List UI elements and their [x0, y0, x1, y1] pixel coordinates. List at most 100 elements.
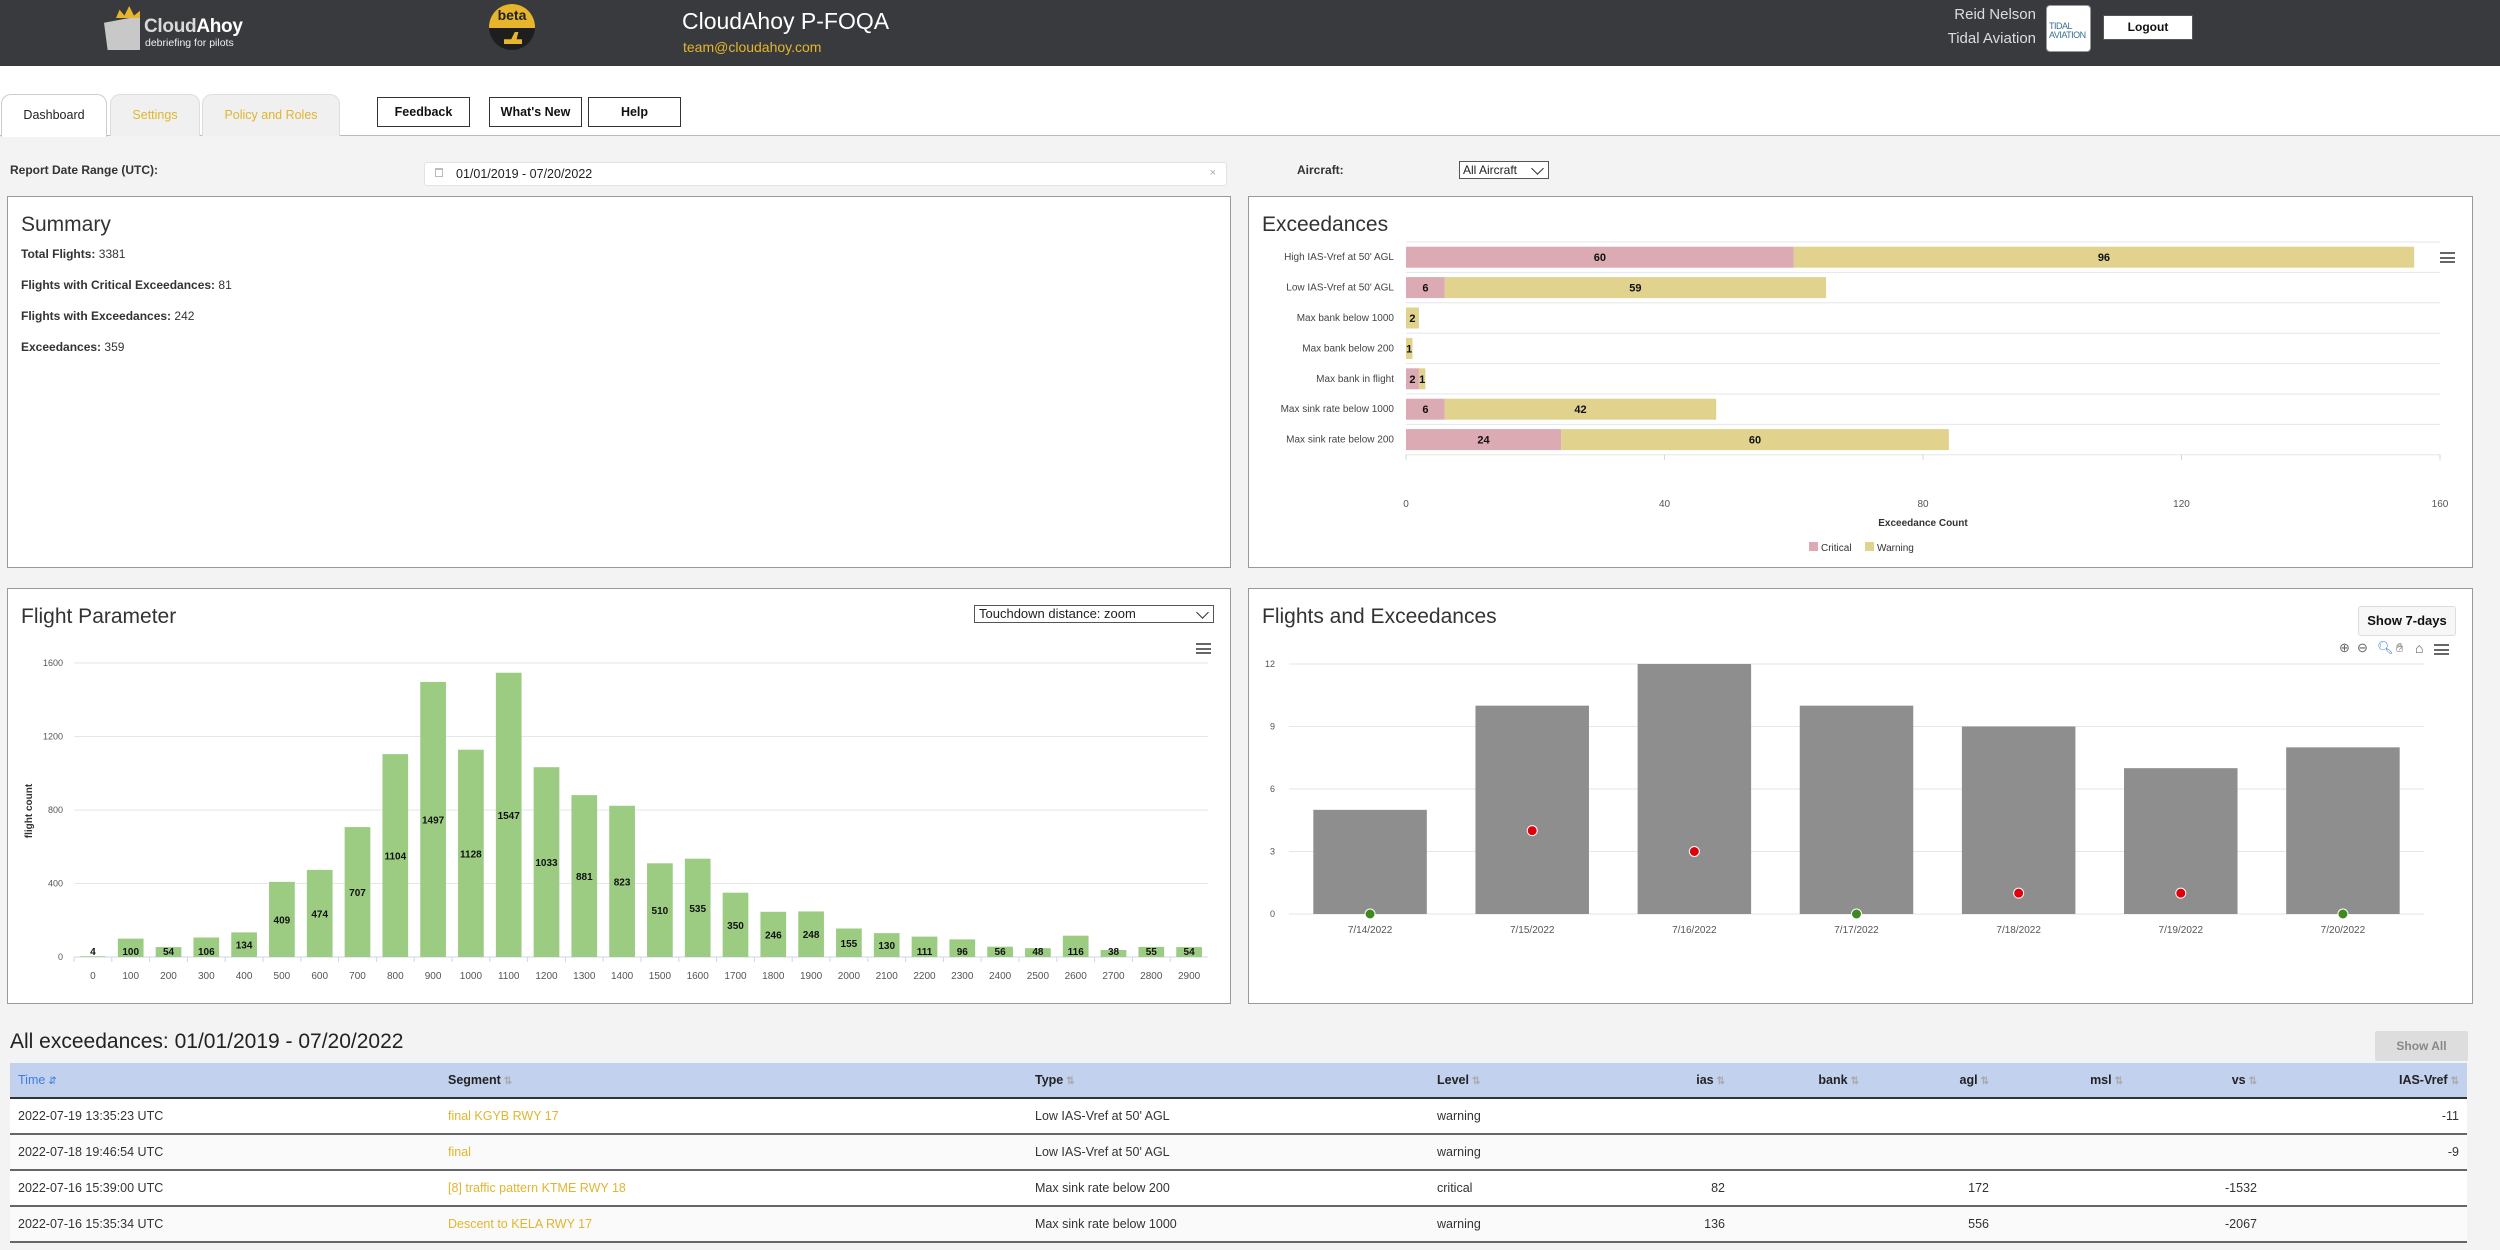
column-header-bank[interactable]: bank ⇅ [1733, 1063, 1867, 1099]
cell-ias [1603, 1134, 1733, 1171]
data-label: 4 [90, 947, 96, 958]
category-label: Low IAS-Vref at 50' AGL [1286, 283, 1394, 294]
flight-parameter-chart: 0 400 800 1200 1600 flight count 4 0 100 100 54 200… [24, 658, 1208, 982]
flights-bar [1637, 664, 1752, 914]
table-row[interactable]: 2022-07-16 15:35:34 UTC Descent to KELA … [10, 1206, 2467, 1243]
tab-settings[interactable]: Settings [110, 94, 200, 136]
parameter-select[interactable]: Touchdown distance: zoom [974, 605, 1214, 623]
cloudahoy-logo[interactable]: CloudAhoy debriefing for pilots [100, 4, 250, 52]
aircraft-select[interactable]: All Aircraft [1459, 161, 1549, 179]
summary-exceedance-flights: Flights with Exceedances: 242 [21, 309, 195, 323]
cell-ias-vref: -11 [2265, 1098, 2467, 1135]
cell-agl: 172 [1867, 1170, 1997, 1207]
y-tick-label: 6 [1270, 784, 1275, 794]
x-tick-label: 160 [2432, 499, 2449, 510]
data-label: 2 [1409, 313, 1415, 325]
data-label: 6 [1422, 283, 1428, 295]
logo-brand-text: CloudAhoy [144, 16, 243, 37]
x-tick-label: 1500 [649, 971, 672, 982]
cell-agl [1867, 1098, 1997, 1135]
clear-date-icon[interactable]: × [1210, 167, 1216, 179]
cell-segment-link[interactable]: Descent to KELA RWY 17 [440, 1206, 1027, 1243]
date-range-input[interactable]: 01/01/2019 - 07/20/2022 × [424, 162, 1227, 186]
cell-segment-link[interactable]: final KGYB RWY 17 [440, 1098, 1027, 1135]
contact-email-link[interactable]: team@cloudahoy.com [683, 39, 821, 55]
x-tick-label: 7/14/2022 [1348, 925, 1393, 936]
column-header-agl[interactable]: agl ⇅ [1867, 1063, 1997, 1099]
y-tick-label: 400 [48, 879, 63, 889]
table-row[interactable]: 2022-07-19 13:35:23 UTC final KGYB RWY 1… [10, 1098, 2467, 1135]
exceedance-table: Time ⇵ Segment ⇅ Type ⇅ Level ⇅ ias ⇅ bank ⇅ a… [10, 1063, 2467, 1243]
cell-segment-link[interactable]: [8] traffic pattern KTME RWY 18 [440, 1170, 1027, 1207]
help-button[interactable]: Help [588, 97, 681, 127]
column-header-msl[interactable]: msl ⇅ [1997, 1063, 2131, 1099]
data-label: 1128 [460, 849, 482, 860]
x-tick-label: 2800 [1140, 971, 1163, 982]
cell-segment-link[interactable]: final [440, 1134, 1027, 1171]
x-tick-label: 7/16/2022 [1672, 925, 1717, 936]
feedback-button[interactable]: Feedback [377, 97, 470, 127]
tab-bar: Dashboard Settings Policy and Roles Feed… [0, 66, 2500, 137]
cell-bank [1733, 1134, 1867, 1171]
cell-ias [1603, 1098, 1733, 1135]
column-header-level[interactable]: Level ⇅ [1429, 1063, 1603, 1099]
table-row[interactable]: 2022-07-16 15:39:00 UTC [8] traffic patt… [10, 1170, 2467, 1207]
column-header-type[interactable]: Type ⇅ [1027, 1063, 1429, 1099]
x-axis-title: Exceedance Count [1878, 518, 1968, 529]
column-header-vs[interactable]: vs ⇅ [2131, 1063, 2265, 1099]
data-label: 38 [1108, 947, 1120, 958]
data-label: 54 [1184, 947, 1196, 958]
data-label: 130 [878, 941, 895, 952]
cell-msl [1997, 1098, 2131, 1135]
y-tick-label: 1600 [43, 658, 63, 668]
category-label: Max bank below 200 [1302, 343, 1394, 354]
logout-button[interactable]: Logout [2103, 15, 2193, 40]
logo-plane-icon [116, 6, 140, 18]
date-range-label: Report Date Range (UTC): [10, 163, 159, 177]
data-label: 1104 [384, 852, 406, 863]
data-label: 248 [803, 930, 820, 941]
flights-bar [2286, 747, 2400, 914]
data-label: 59 [1629, 283, 1641, 295]
whats-new-button[interactable]: What's New [489, 97, 582, 127]
exceedance-marker [2175, 887, 2187, 899]
cell-bank [1733, 1206, 1867, 1243]
x-tick-label: 2100 [876, 971, 899, 982]
cell-vs [2131, 1098, 2265, 1135]
x-tick-label: 1700 [724, 971, 747, 982]
cell-msl [1997, 1206, 2131, 1243]
zoom-in-icon[interactable]: ⊕ [2339, 640, 2350, 656]
tab-policy-and-roles[interactable]: Policy and Roles [202, 94, 340, 136]
x-tick-label: 300 [198, 971, 215, 982]
chart-menu-icon[interactable] [2434, 644, 2449, 655]
y-tick-label: 800 [48, 805, 63, 815]
cell-bank [1733, 1170, 1867, 1207]
x-tick-label: 2400 [989, 971, 1012, 982]
y-tick-label: 3 [1270, 847, 1275, 857]
column-header-ias-vref[interactable]: IAS-Vref ⇅ [2265, 1063, 2467, 1099]
tab-dashboard[interactable]: Dashboard [1, 94, 107, 137]
column-header-ias[interactable]: ias ⇅ [1603, 1063, 1733, 1099]
data-label: 823 [614, 877, 631, 888]
cell-time: 2022-07-16 15:39:00 UTC [10, 1170, 440, 1207]
x-tick-label: 1600 [687, 971, 710, 982]
x-tick-label: 800 [387, 971, 404, 982]
zoom-out-icon[interactable]: ⊖ [2357, 640, 2368, 656]
x-tick-label: 400 [236, 971, 253, 982]
flights-exceedances-panel: Flights and Exceedances 0 3 6 9 12 7/14/2022 7… [1248, 588, 2473, 1004]
column-header-segment[interactable]: Segment ⇅ [440, 1063, 1027, 1099]
cell-type: Max sink rate below 1000 [1027, 1206, 1429, 1243]
selection-zoom-icon[interactable]: 🔍︎ [2377, 640, 2394, 656]
flight-parameter-panel: Flight Parameter 0 400 800 1200 1600 flight c… [7, 588, 1231, 1004]
show-7-days-button[interactable]: Show 7-days [2358, 606, 2456, 636]
data-label: 707 [349, 888, 366, 899]
pan-hand-icon[interactable]: ✋︎ [2396, 640, 2403, 656]
x-tick-label: 120 [2173, 499, 2190, 510]
home-reset-icon[interactable]: ⌂ [2415, 640, 2423, 656]
show-all-button[interactable]: Show All [2375, 1031, 2468, 1061]
y-tick-label: 12 [1265, 659, 1275, 669]
table-row[interactable]: 2022-07-18 19:46:54 UTC final Low IAS-Vr… [10, 1134, 2467, 1171]
column-header-time[interactable]: Time ⇵ [10, 1063, 440, 1099]
data-label: 24 [1477, 435, 1490, 447]
cell-agl [1867, 1134, 1997, 1171]
